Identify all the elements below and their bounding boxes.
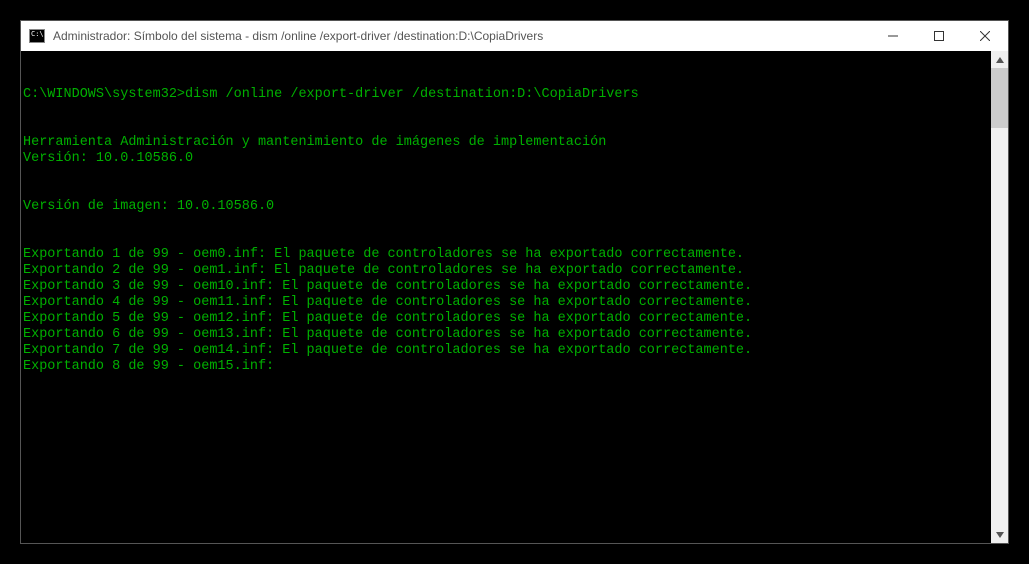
scroll-down-arrow-icon[interactable] bbox=[991, 526, 1008, 543]
cmd-icon bbox=[29, 29, 45, 43]
version-line: Versión: 10.0.10586.0 bbox=[23, 151, 193, 166]
image-version-line: Versión de imagen: 10.0.10586.0 bbox=[23, 199, 274, 214]
close-button[interactable] bbox=[962, 21, 1008, 51]
console-output: C:\WINDOWS\system32>dism /online /export… bbox=[23, 55, 990, 391]
export-line: Exportando 7 de 99 - oem14.inf: El paque… bbox=[23, 343, 752, 358]
maximize-button[interactable] bbox=[916, 21, 962, 51]
window-controls bbox=[870, 21, 1008, 51]
minimize-button[interactable] bbox=[870, 21, 916, 51]
export-line: Exportando 2 de 99 - oem1.inf: El paquet… bbox=[23, 263, 744, 278]
scroll-up-arrow-icon[interactable] bbox=[991, 51, 1008, 68]
export-line: Exportando 1 de 99 - oem0.inf: El paquet… bbox=[23, 247, 744, 262]
export-line: Exportando 3 de 99 - oem10.inf: El paque… bbox=[23, 279, 752, 294]
command-text: dism /online /export-driver /destination… bbox=[185, 87, 639, 102]
tool-header: Herramienta Administración y mantenimien… bbox=[23, 135, 606, 150]
console-area[interactable]: C:\WINDOWS\system32>dism /online /export… bbox=[21, 51, 1008, 543]
window-title: Administrador: Símbolo del sistema - dis… bbox=[53, 29, 543, 43]
export-line: Exportando 6 de 99 - oem13.inf: El paque… bbox=[23, 327, 752, 342]
vertical-scrollbar[interactable] bbox=[991, 51, 1008, 543]
export-line: Exportando 8 de 99 - oem15.inf: bbox=[23, 359, 274, 374]
command-prompt-window: Administrador: Símbolo del sistema - dis… bbox=[20, 20, 1009, 544]
scroll-thumb[interactable] bbox=[991, 68, 1008, 128]
titlebar[interactable]: Administrador: Símbolo del sistema - dis… bbox=[21, 21, 1008, 51]
export-line: Exportando 5 de 99 - oem12.inf: El paque… bbox=[23, 311, 752, 326]
prompt-path: C:\WINDOWS\system32> bbox=[23, 87, 185, 102]
export-line: Exportando 4 de 99 - oem11.inf: El paque… bbox=[23, 295, 752, 310]
